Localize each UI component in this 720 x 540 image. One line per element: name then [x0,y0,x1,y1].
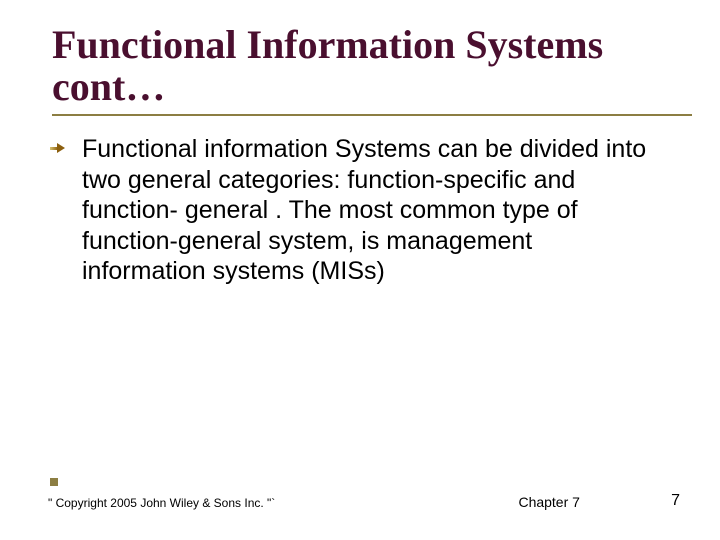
copyright-text: " Copyright 2005 John Wiley & Sons Inc. … [48,496,275,510]
bullet-text: Functional information Systems can be di… [82,135,646,285]
arrow-bullet-icon [50,141,66,155]
chapter-label: Chapter 7 [518,494,579,510]
slide: Functional Information Systems cont… Fun… [0,0,720,540]
title-underline [52,114,692,116]
accent-square-icon [50,478,58,486]
bullet-list: Functional information Systems can be di… [52,134,680,287]
list-item: Functional information Systems can be di… [74,134,654,287]
page-number: 7 [671,492,680,510]
slide-title: Functional Information Systems cont… [52,24,680,108]
footer: " Copyright 2005 John Wiley & Sons Inc. … [48,492,680,510]
